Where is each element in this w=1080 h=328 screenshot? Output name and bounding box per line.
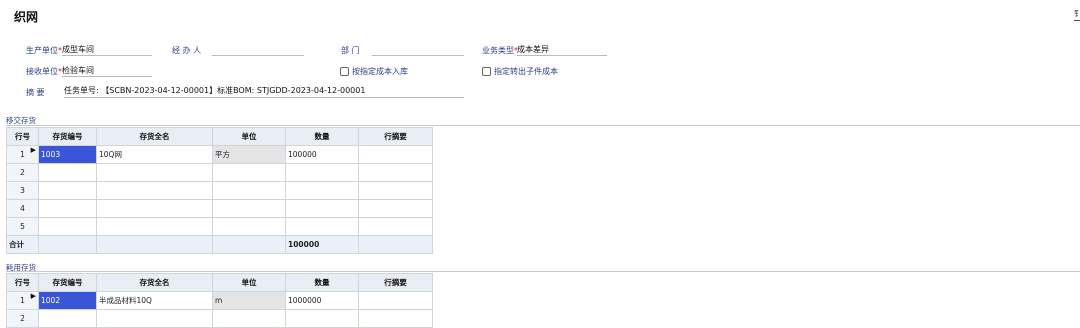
total-cell: 合计	[6, 235, 39, 254]
cell-unit[interactable]: m	[212, 291, 286, 310]
cell-name[interactable]: 半成品材料10Q	[96, 291, 213, 310]
cell-code[interactable]: 1003	[38, 145, 97, 164]
summary-field[interactable]: 任务单号: 【SCBN-2023-04-12-00001】标准BOM: STJG…	[64, 85, 464, 98]
cell-no: 1 ▶	[6, 291, 39, 310]
business-type-field[interactable]: 成本差异	[517, 44, 607, 56]
cell-unit[interactable]	[212, 199, 286, 218]
transfer-table: 行号 存货编号 存货全名 单位 数量 行摘要 1 ▶ 1003 10Q网 平方 100000 2 3 4 5…	[6, 127, 433, 254]
table-row[interactable]: 1 ▶ 1003 10Q网 平方 100000	[6, 145, 433, 164]
cost-in-checkbox[interactable]	[340, 67, 349, 76]
column-header[interactable]: 行号	[6, 273, 39, 292]
cell-unit[interactable]: 平方	[212, 145, 286, 164]
table-row[interactable]: 4	[6, 199, 433, 218]
cell-note[interactable]	[358, 199, 433, 218]
business-type-label: 业务类型*	[482, 46, 518, 55]
table-row[interactable]: 5	[6, 217, 433, 236]
divider	[6, 125, 1080, 126]
cell-note[interactable]	[358, 309, 433, 328]
column-header[interactable]: 行号	[6, 127, 39, 146]
department-label: 部 门	[341, 46, 360, 55]
total-row: 合计 100000	[6, 235, 433, 254]
handler-field[interactable]	[212, 44, 304, 56]
column-header[interactable]: 数量	[285, 127, 359, 146]
cell-note[interactable]	[358, 217, 433, 236]
total-cell	[38, 235, 97, 254]
receiving-unit-label: 接收单位*	[26, 67, 62, 76]
cell-unit[interactable]	[212, 163, 286, 182]
department-field[interactable]	[372, 44, 464, 56]
cell-code[interactable]	[38, 163, 97, 182]
table-row[interactable]: 2	[6, 309, 433, 328]
child-cost-checkbox[interactable]	[482, 67, 491, 76]
total-cell: 100000	[285, 235, 359, 254]
table-row[interactable]: 3	[6, 181, 433, 200]
cell-note[interactable]	[358, 145, 433, 164]
cell-code[interactable]	[38, 181, 97, 200]
page-title: 织网	[14, 10, 39, 24]
cell-qty[interactable]	[285, 217, 359, 236]
summary-label: 摘 要	[26, 88, 45, 97]
cell-unit[interactable]	[212, 217, 286, 236]
cell-qty[interactable]	[285, 163, 359, 182]
cell-no: 3	[6, 181, 39, 200]
cell-qty[interactable]	[285, 309, 359, 328]
handler-label: 经 办 人	[172, 46, 202, 55]
table-row[interactable]: 1 ▶ 1002 半成品材料10Q m 1000000	[6, 291, 433, 310]
cell-unit[interactable]	[212, 181, 286, 200]
cell-name[interactable]: 10Q网	[96, 145, 213, 164]
table-header-row: 行号 存货编号 存货全名 单位 数量 行摘要	[6, 127, 433, 146]
table-row[interactable]: 2	[6, 163, 433, 182]
cell-note[interactable]	[358, 163, 433, 182]
cell-name[interactable]	[96, 217, 213, 236]
column-header[interactable]: 单位	[212, 273, 286, 292]
cell-qty[interactable]	[285, 181, 359, 200]
column-header[interactable]: 存货编号	[38, 127, 97, 146]
cell-no: 2	[6, 163, 39, 182]
column-header[interactable]: 行摘要	[358, 127, 433, 146]
cell-code[interactable]: 1002	[38, 291, 97, 310]
row-pointer-icon: ▶	[30, 292, 36, 301]
total-cell	[96, 235, 213, 254]
cell-qty[interactable]: 1000000	[285, 291, 359, 310]
child-cost-option[interactable]: 指定转出子件成本	[482, 66, 558, 77]
column-header[interactable]: 存货全名	[96, 273, 213, 292]
cell-name[interactable]	[96, 309, 213, 328]
cell-code[interactable]	[38, 199, 97, 218]
column-header[interactable]: 数量	[285, 273, 359, 292]
cell-code[interactable]	[38, 309, 97, 328]
row-pointer-icon: ▶	[30, 146, 36, 155]
cell-qty[interactable]: 100000	[285, 145, 359, 164]
cell-name[interactable]	[96, 163, 213, 182]
cell-unit[interactable]	[212, 309, 286, 328]
cell-no: 1 ▶	[6, 145, 39, 164]
column-header[interactable]: 行摘要	[358, 273, 433, 292]
corner-glyph[interactable]: 钅	[1074, 10, 1080, 21]
column-header[interactable]: 单位	[212, 127, 286, 146]
divider	[6, 271, 1080, 272]
cell-qty[interactable]	[285, 199, 359, 218]
cell-name[interactable]	[96, 199, 213, 218]
cell-note[interactable]	[358, 291, 433, 310]
cell-name[interactable]	[96, 181, 213, 200]
cell-no: 4	[6, 199, 39, 218]
production-unit-label: 生产单位*	[26, 46, 62, 55]
production-unit-field[interactable]: 成型车间	[62, 44, 152, 56]
receiving-unit-field[interactable]: 检验车间	[62, 65, 152, 77]
total-cell	[358, 235, 433, 254]
cell-no: 2	[6, 309, 39, 328]
cell-note[interactable]	[358, 181, 433, 200]
column-header[interactable]: 存货编号	[38, 273, 97, 292]
column-header[interactable]: 存货全名	[96, 127, 213, 146]
cell-code[interactable]	[38, 217, 97, 236]
consume-table: 行号 存货编号 存货全名 单位 数量 行摘要 1 ▶ 1002 半成品材料10Q m 1000000…	[6, 273, 433, 328]
cell-no: 5	[6, 217, 39, 236]
total-cell	[212, 235, 286, 254]
table-header-row: 行号 存货编号 存货全名 单位 数量 行摘要	[6, 273, 433, 292]
cost-in-option[interactable]: 按指定成本入库	[340, 66, 408, 77]
